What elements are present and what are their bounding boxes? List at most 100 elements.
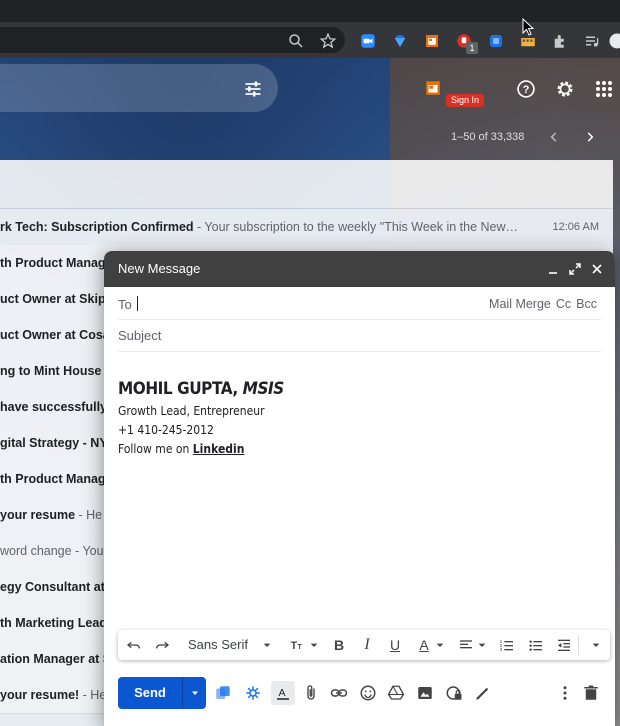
compose-header[interactable]: New Message [104,251,615,287]
addon-blue-icon[interactable] [214,684,232,702]
attach-file-icon[interactable] [302,684,320,702]
insert-link-icon[interactable] [330,684,348,702]
message-sender: your resume [0,508,76,522]
signature-follow-text: Follow me on [118,442,193,456]
extensions-puzzle-icon[interactable] [551,32,569,50]
message-snippet: - You [71,544,104,558]
schedule-send-chevron-icon[interactable] [183,677,206,709]
prev-page-icon[interactable] [546,129,562,145]
linkedin-link[interactable]: Linkedin [193,442,245,456]
more-formatting-chevron-icon[interactable] [588,637,604,653]
italic-icon[interactable]: I [359,636,375,653]
mail-merge-link[interactable]: Mail Merge [489,297,551,311]
extension-badge-count: 1 [466,42,478,54]
undo-icon[interactable] [126,637,142,653]
table-row[interactable]: rk Tech: Subscription Confirmed - Your s… [0,209,613,246]
message-sender: gital Strategy - NY [0,436,108,450]
toolbar-divider [578,635,579,655]
to-label[interactable]: To [118,297,132,312]
message-sender: rk Tech: Subscription Confirmed [0,220,194,234]
insert-photo-icon[interactable] [416,684,434,702]
list-toolbar [0,160,613,208]
signature-title: Growth Lead, Entrepreneur [118,404,265,418]
svg-text:3: 3 [500,647,503,652]
help-icon[interactable]: ? [515,78,537,100]
calendar-extension-icon[interactable] [423,32,441,50]
signature-name: MOHIL GUPTA, MSIS [118,379,284,399]
signature-follow: Follow me on Linkedin [118,442,284,456]
search-options-icon[interactable] [242,78,264,100]
message-sender: uct Owner at Skipit [0,292,114,306]
sparkle-addon-icon[interactable] [244,684,262,702]
text-color-icon[interactable]: A [416,637,432,653]
signature-pen-icon[interactable] [474,684,492,702]
profile-avatar-icon[interactable] [608,32,620,50]
message-sender: have successfully [0,400,108,414]
bcc-link[interactable]: Bcc [576,297,597,311]
settings-gear-icon[interactable] [554,78,576,100]
send-button[interactable]: Send [118,677,206,709]
fullscreen-icon[interactable] [568,262,582,276]
compose-window: New Message To Mail Merge Cc Bcc Subject M… [104,251,615,726]
search-bar[interactable] [0,64,278,112]
message-snippet: - Your subscription to the weekly "This … [193,220,519,234]
cc-link[interactable]: Cc [556,297,571,311]
svg-text:T: T [291,640,298,652]
subject-field[interactable]: Subject [118,328,161,343]
calendar-addon-icon[interactable] [424,79,442,97]
message-snippet: - He [79,688,107,702]
formatting-toolbar: Sans Serif TT B I U A 123 [118,630,610,660]
gem-extension-icon[interactable] [391,32,409,50]
subject-divider [118,351,601,352]
signature-credential: MSIS [242,379,285,399]
close-icon[interactable] [590,262,604,276]
signature-phone: +1 410-245-2012 [118,423,214,437]
apps-grid-icon[interactable] [594,79,614,99]
align-icon[interactable] [458,637,474,653]
font-size-chevron-icon[interactable] [306,637,322,653]
svg-text:T: T [297,642,302,651]
indent-less-icon[interactable] [556,637,572,653]
formatting-options-icon[interactable]: A [271,681,295,705]
minimize-icon[interactable] [546,262,560,276]
emoji-icon[interactable] [359,684,377,702]
font-family-select[interactable]: Sans Serif [188,637,248,652]
zoom-extension-icon[interactable] [359,32,377,50]
discard-trash-icon[interactable] [582,684,600,702]
chevron-down-icon[interactable] [259,637,275,653]
message-snippet: - He [75,508,103,522]
svg-text:?: ? [523,84,530,96]
email-signature: MOHIL GUPTA, MSIS Growth Lead, Entrepren… [118,379,302,456]
blue-square-extension-icon[interactable] [487,32,505,50]
bulleted-list-icon[interactable] [528,637,544,653]
message-sender: word change [0,544,72,558]
message-sender: ng to Mint House [0,364,102,378]
message-sender: th Marketing Lead [0,616,107,630]
to-divider [118,319,601,320]
send-label: Send [134,685,166,700]
text-color-chevron-icon[interactable] [432,637,448,653]
compose-title: New Message [118,261,201,276]
text-caret [137,296,138,311]
message-sender: egy Consultant at I [0,580,112,594]
message-sender: ation Manager at S [0,652,112,666]
more-options-icon[interactable] [556,684,574,702]
align-chevron-icon[interactable] [474,637,490,653]
sign-in-badge[interactable]: Sign In [446,94,485,107]
svg-text:A: A [279,687,286,699]
message-time: 12:06 AM [552,221,599,233]
confidential-mode-icon[interactable] [445,684,463,702]
google-drive-icon[interactable] [387,684,405,702]
pagination-count: 1–50 of 33,338 [451,131,525,143]
redo-icon[interactable] [154,637,170,653]
mouse-cursor-icon [522,17,535,41]
numbered-list-icon[interactable]: 123 [499,637,515,653]
media-queue-icon[interactable] [583,32,601,50]
message-sender: uct Owner at Cosán [0,328,118,342]
message-sender: th Product Manag [0,472,106,486]
bold-icon[interactable]: B [331,637,347,653]
next-page-icon[interactable] [582,129,598,145]
bookmark-star-icon[interactable] [319,32,337,50]
underline-icon[interactable]: U [387,637,403,653]
zoom-search-icon[interactable] [287,32,305,50]
